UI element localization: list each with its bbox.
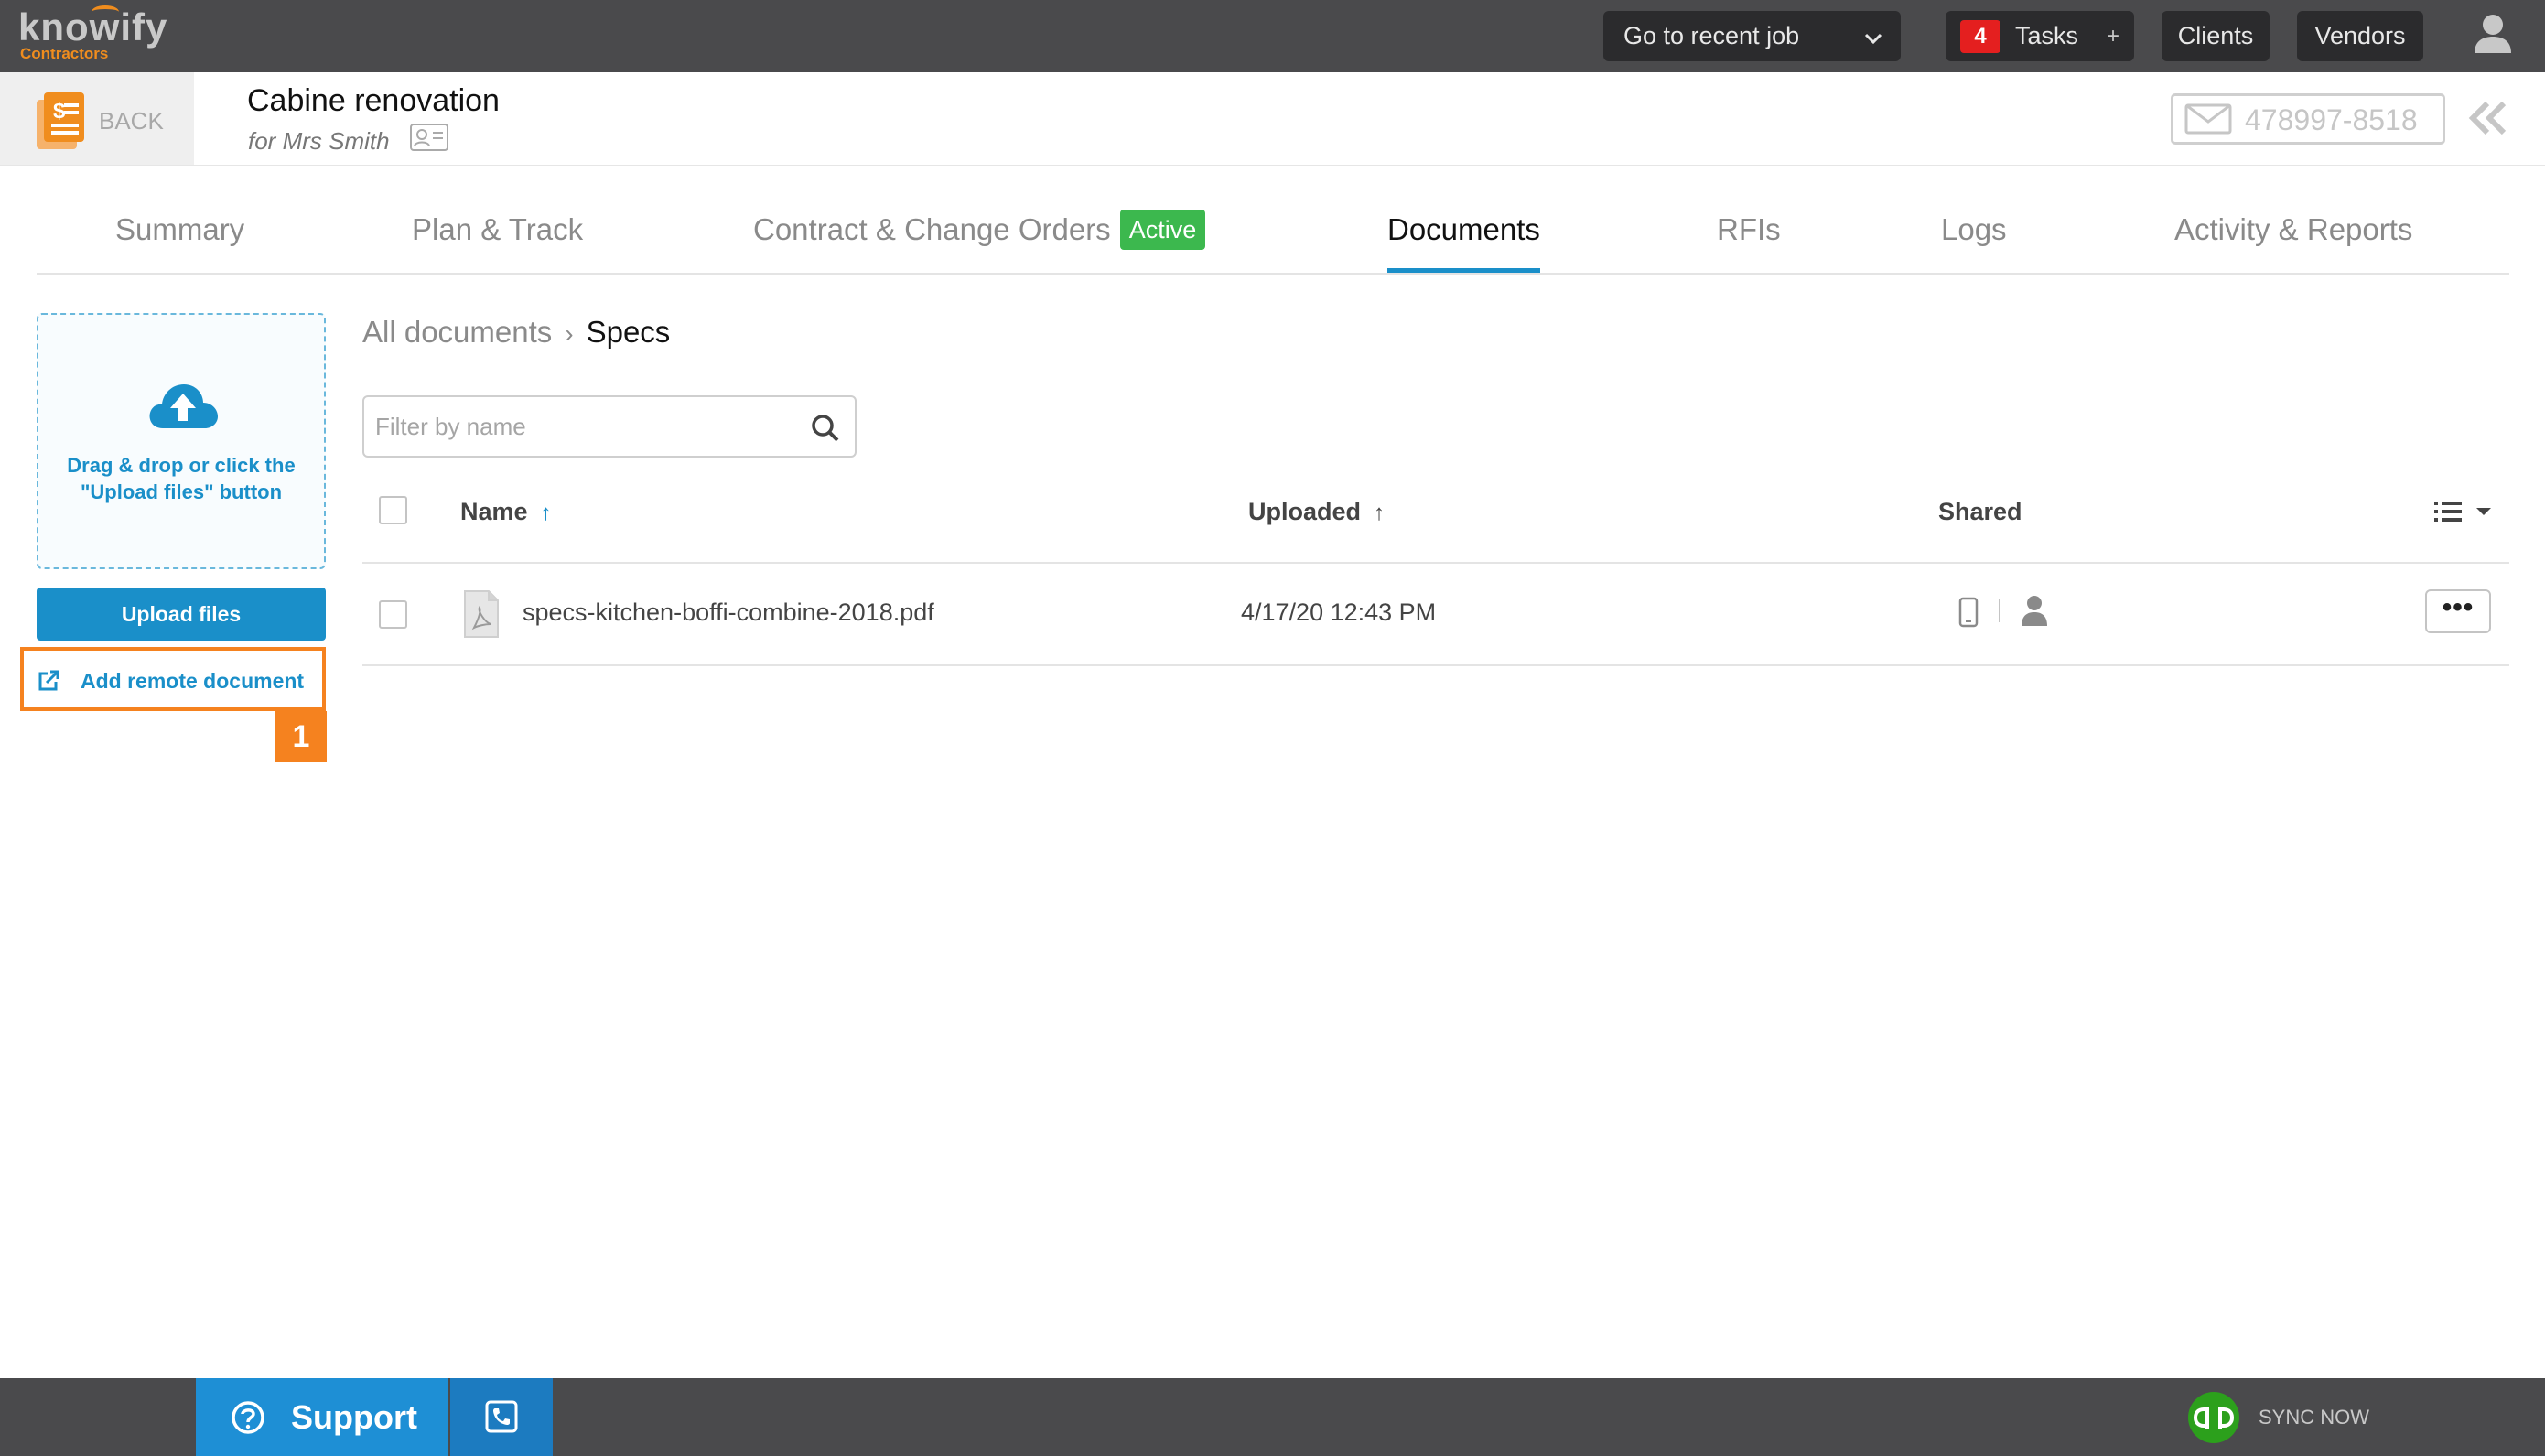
contact-card-icon[interactable] <box>410 124 448 151</box>
help-icon <box>232 1401 264 1434</box>
job-tabs: Summary Plan & Track Contract & Change O… <box>37 205 2509 275</box>
dropzone-line-2: "Upload files" button <box>80 480 283 503</box>
step-number-badge: 1 <box>275 711 327 762</box>
top-navigation-bar: knowify Contractors Go to recent job 4 T… <box>0 0 2545 72</box>
mobile-phone-icon[interactable] <box>1958 597 1979 628</box>
tab-contract-change-orders[interactable]: Contract & Change Orders Active <box>753 205 1206 273</box>
job-number: 478997-8518 <box>2245 103 2418 136</box>
select-all-checkbox[interactable] <box>379 496 407 524</box>
status-badge: Active <box>1119 210 1206 251</box>
upload-files-button[interactable]: Upload files <box>37 588 326 641</box>
tab-summary[interactable]: Summary <box>115 205 244 273</box>
recent-job-dropdown[interactable]: Go to recent job <box>1603 11 1901 61</box>
tab-plan-track[interactable]: Plan & Track <box>412 205 583 273</box>
logo-wordmark: knowify <box>18 5 168 49</box>
user-profile-icon[interactable] <box>2473 13 2513 55</box>
back-button[interactable]: $ BACK <box>0 72 194 165</box>
job-title: Cabine renovation <box>247 83 500 118</box>
file-name[interactable]: specs-kitchen-boffi-combine-2018.pdf <box>523 599 934 627</box>
tab-contract-label: Contract & Change Orders <box>753 212 1111 246</box>
breadcrumb-all-documents[interactable]: All documents <box>362 315 552 349</box>
tab-rfis[interactable]: RFIs <box>1717 205 1781 273</box>
filter-by-name <box>362 395 857 458</box>
dropzone-line-1: Drag & drop or click the <box>67 454 296 477</box>
row-checkbox[interactable] <box>379 600 407 629</box>
double-chevron-left-icon[interactable] <box>2467 100 2509 136</box>
quickbooks-icon[interactable] <box>2187 1391 2240 1444</box>
svg-text:$: $ <box>53 99 66 124</box>
file-uploaded-date: 4/17/20 12:43 PM <box>1241 599 1437 626</box>
search-icon[interactable] <box>811 414 840 443</box>
row-more-actions-button[interactable]: ••• <box>2425 589 2491 633</box>
add-remote-document-button[interactable]: Add remote document <box>20 647 326 711</box>
dropzone-instructions: Drag & drop or click the "Upload files" … <box>48 452 315 505</box>
column-header-shared: Shared <box>1938 498 2022 525</box>
job-client-name[interactable]: for Mrs Smith <box>248 127 390 156</box>
file-dropzone[interactable]: Drag & drop or click the "Upload files" … <box>37 313 326 569</box>
external-link-icon <box>38 670 59 691</box>
sort-arrow-icon: ↑ <box>1374 501 1386 525</box>
column-uploaded-label: Uploaded <box>1248 498 1362 525</box>
person-icon[interactable] <box>2021 595 2048 626</box>
table-row[interactable]: specs-kitchen-boffi-combine-2018.pdf 4/1… <box>362 564 2509 666</box>
logo-subtitle: Contractors <box>20 45 109 62</box>
tasks-button[interactable]: 4 Tasks + <box>1946 11 2134 61</box>
tab-documents[interactable]: Documents <box>1387 205 1540 273</box>
clients-button[interactable]: Clients <box>2162 11 2270 61</box>
breadcrumb: All documents › Specs <box>362 315 670 350</box>
phone-icon <box>485 1400 518 1433</box>
tab-logs[interactable]: Logs <box>1941 205 2007 273</box>
filter-input[interactable] <box>375 406 778 447</box>
call-support-button[interactable] <box>448 1378 553 1456</box>
pdf-file-icon <box>464 590 499 638</box>
support-button[interactable]: Support <box>196 1378 448 1456</box>
breadcrumb-separator: › <box>565 319 574 348</box>
column-header-uploaded[interactable]: Uploaded ↑ <box>1248 498 1385 526</box>
list-view-menu-icon[interactable] <box>2432 498 2496 525</box>
invoice-document-icon: $ <box>37 92 84 149</box>
breadcrumb-current-folder: Specs <box>586 315 671 349</box>
recent-job-label: Go to recent job <box>1623 22 1800 49</box>
column-header-name[interactable]: Name ↑ <box>460 498 552 526</box>
support-label: Support <box>291 1398 417 1436</box>
tasks-label: Tasks <box>2015 22 2079 49</box>
column-name-label: Name <box>460 498 528 525</box>
job-header: $ BACK Cabine renovation for Mrs Smith 4… <box>0 72 2545 166</box>
knowify-logo[interactable]: knowify Contractors <box>18 5 192 64</box>
tab-activity-reports[interactable]: Activity & Reports <box>2174 205 2412 273</box>
envelope-icon <box>2184 103 2232 135</box>
vendors-button[interactable]: Vendors <box>2297 11 2423 61</box>
shared-divider <box>1999 599 2000 622</box>
chevron-down-icon <box>1864 33 1882 45</box>
tasks-count-badge: 4 <box>1960 20 2000 53</box>
back-label: BACK <box>99 107 164 135</box>
add-remote-document-label: Add remote document <box>81 669 305 693</box>
sort-ascending-icon: ↑ <box>540 501 552 525</box>
documents-table-header: Name ↑ Uploaded ↑ Shared <box>362 476 2509 564</box>
sync-now-button[interactable]: SYNC NOW <box>2259 1406 2369 1429</box>
add-task-button[interactable]: + <box>2107 11 2119 61</box>
job-contact-box[interactable]: 478997-8518 <box>2171 93 2445 145</box>
bottom-bar: Support SYNC NOW <box>0 1378 2545 1456</box>
cloud-upload-icon <box>149 384 218 428</box>
